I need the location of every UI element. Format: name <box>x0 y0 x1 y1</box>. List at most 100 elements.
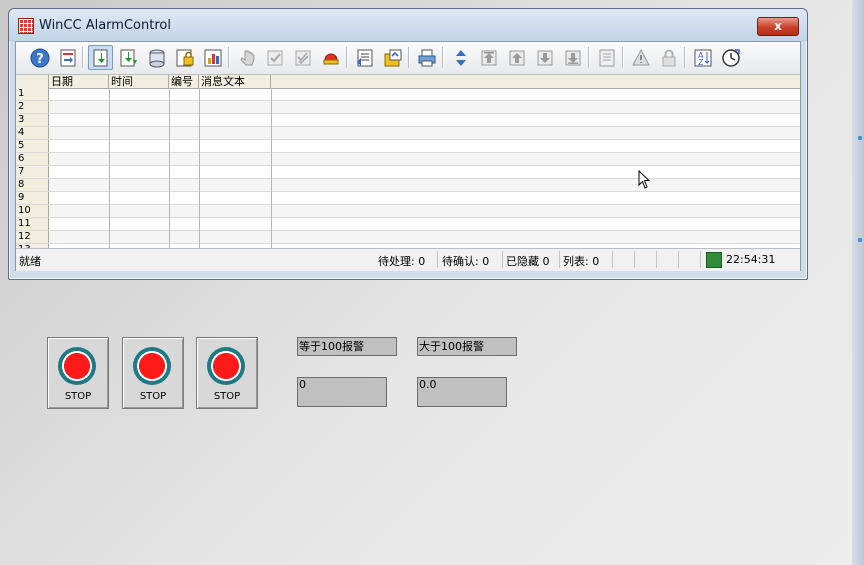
label-equal-100-alarm: 等于100报警 <box>297 337 397 356</box>
single-ack-icon[interactable] <box>262 45 287 70</box>
stop-button-1[interactable]: STOP <box>47 337 109 409</box>
column-divider <box>199 88 200 248</box>
toolbar-separator <box>346 47 348 68</box>
lock-list-icon[interactable] <box>172 45 197 70</box>
column-divider <box>169 88 170 248</box>
stop-button-label: STOP <box>213 391 241 402</box>
table-row[interactable]: 8 <box>16 179 800 192</box>
table-row[interactable]: 3 <box>16 114 800 127</box>
status-hidden: 已隐藏 0 <box>506 255 550 268</box>
app-icon <box>18 18 34 34</box>
short-term-archive-icon[interactable] <box>116 45 141 70</box>
row-number: 2 <box>16 101 49 113</box>
status-separator <box>559 251 560 268</box>
column-header-number[interactable]: 编号 <box>169 75 199 88</box>
background-window-edge <box>852 0 864 565</box>
stop-button-label: STOP <box>64 391 92 402</box>
value-field-greater-100[interactable]: 0.0 <box>417 377 507 407</box>
toolbar-separator <box>82 47 84 68</box>
edge-marker <box>858 238 862 242</box>
stop-button-label: STOP <box>139 391 167 402</box>
message-list-icon[interactable] <box>88 45 113 70</box>
stop-button-2[interactable]: STOP <box>122 337 184 409</box>
svg-text:?: ? <box>36 52 44 67</box>
column-header-date[interactable]: 日期 <box>49 75 109 88</box>
row-number: 3 <box>16 114 49 126</box>
toolbar-separator <box>588 47 590 68</box>
table-row[interactable]: 4 <box>16 127 800 140</box>
table-row[interactable]: 11 <box>16 218 800 231</box>
info-text-icon[interactable] <box>594 45 619 70</box>
status-separator <box>502 251 503 268</box>
table-header: 日期 时间 编号 消息文本 <box>16 75 800 89</box>
status-separator <box>612 251 613 268</box>
group-ack-icon[interactable] <box>290 45 315 70</box>
stop-indicator-icon <box>133 347 171 385</box>
status-list: 列表: 0 <box>563 255 600 268</box>
row-number: 8 <box>16 179 49 191</box>
row-number: 11 <box>16 218 49 230</box>
loop-in-alarm-icon[interactable] <box>234 45 259 70</box>
status-bar: 就绪 待处理: 0 待确认: 0 已隐藏 0 列表: 0 22:54:31 <box>16 248 800 271</box>
print-icon[interactable] <box>414 45 439 70</box>
help-icon[interactable]: ? <box>27 45 52 70</box>
stop-indicator-icon <box>58 347 96 385</box>
row-number: 10 <box>16 205 49 217</box>
sort-icon[interactable] <box>448 45 473 70</box>
first-message-icon[interactable] <box>476 45 501 70</box>
table-row[interactable]: 1 <box>16 88 800 101</box>
value-field-equal-100[interactable]: 0 <box>297 377 387 407</box>
toolbar: ? A Z <box>16 42 800 75</box>
time-base-icon[interactable] <box>718 45 743 70</box>
edge-marker <box>858 136 862 140</box>
status-ready: 就绪 <box>19 255 41 268</box>
status-time: 22:54:31 <box>726 253 776 266</box>
sort-dialog-icon[interactable]: AZ <box>690 45 715 70</box>
display-options-icon[interactable] <box>380 45 405 70</box>
table-row[interactable]: 5 <box>16 140 800 153</box>
status-separator <box>700 251 701 268</box>
mouse-cursor-icon <box>638 170 651 189</box>
toolbar-separator <box>622 47 624 68</box>
alarm-table[interactable]: 日期 时间 编号 消息文本 12345678910111213 <box>16 75 800 248</box>
column-divider <box>109 88 110 248</box>
status-separator <box>437 251 438 268</box>
status-separator <box>634 251 635 268</box>
column-header-time[interactable]: 时间 <box>109 75 169 88</box>
comment-icon[interactable] <box>628 45 653 70</box>
next-message-icon[interactable] <box>532 45 557 70</box>
table-row[interactable]: 2 <box>16 101 800 114</box>
table-row[interactable]: 7 <box>16 166 800 179</box>
close-button[interactable]: x <box>757 17 799 36</box>
row-number: 1 <box>16 88 49 100</box>
alarm-control-window: WinCC AlarmControl x ? A Z 日期 时间 编号 消息文本… <box>8 8 808 280</box>
previous-message-icon[interactable] <box>504 45 529 70</box>
selection-dialog-icon[interactable] <box>352 45 377 70</box>
window-title: WinCC AlarmControl <box>39 18 171 33</box>
row-number: 4 <box>16 127 49 139</box>
statistics-icon[interactable] <box>200 45 225 70</box>
table-row[interactable]: 10 <box>16 205 800 218</box>
toolbar-separator <box>408 47 410 68</box>
column-divider <box>271 88 272 248</box>
status-separator <box>678 251 679 268</box>
row-number: 9 <box>16 192 49 204</box>
row-number: 12 <box>16 231 49 243</box>
long-term-archive-icon[interactable] <box>144 45 169 70</box>
last-message-icon[interactable] <box>560 45 585 70</box>
lock-icon[interactable] <box>656 45 681 70</box>
label-greater-100-alarm: 大于100报警 <box>417 337 517 356</box>
row-number: 5 <box>16 140 49 152</box>
emergency-ack-icon[interactable] <box>55 45 80 70</box>
toolbar-separator <box>228 47 230 68</box>
table-row[interactable]: 12 <box>16 231 800 244</box>
table-row[interactable]: 9 <box>16 192 800 205</box>
column-header-message-text[interactable]: 消息文本 <box>199 75 271 88</box>
table-row[interactable]: 6 <box>16 153 800 166</box>
horn-ack-icon[interactable] <box>318 45 343 70</box>
title-bar[interactable]: WinCC AlarmControl x <box>9 9 807 41</box>
row-number: 7 <box>16 166 49 178</box>
status-to-acknowledge: 待确认: 0 <box>442 255 490 268</box>
stop-button-3[interactable]: STOP <box>196 337 258 409</box>
stop-indicator-icon <box>207 347 245 385</box>
